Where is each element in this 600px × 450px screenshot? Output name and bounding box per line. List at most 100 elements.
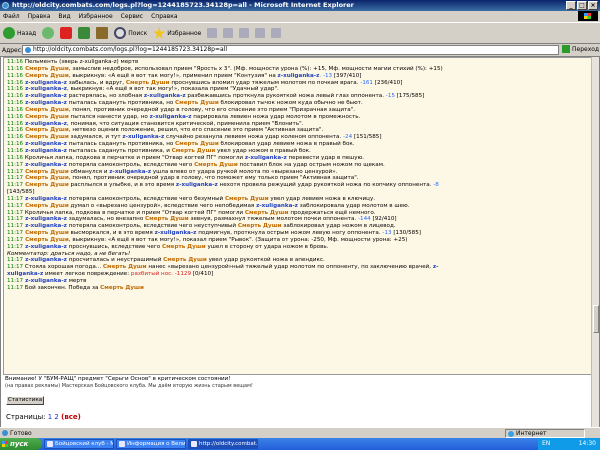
player-name[interactable]: Смерть Души xyxy=(23,134,69,140)
log-text: потеряла самоконтроль, вследствие чего н… xyxy=(66,223,238,230)
player-name[interactable]: z-xuliganka-z xyxy=(155,230,197,236)
search-button[interactable]: Поиск xyxy=(114,27,147,39)
player-name[interactable]: Смерть Души xyxy=(103,264,147,270)
player-name[interactable]: Смерть Души xyxy=(126,80,170,86)
back-button[interactable]: Назад xyxy=(3,27,36,39)
player-name[interactable]: z-xuliganka-z xyxy=(122,134,164,140)
player-name[interactable]: Смерть Души xyxy=(23,230,69,236)
player-name[interactable]: Смерть Души xyxy=(163,257,207,263)
player-name[interactable]: Смерть Души xyxy=(225,196,269,202)
menu-file[interactable]: Файл xyxy=(3,13,20,20)
player-name[interactable]: z-xuliganka-z xyxy=(278,73,320,79)
all-pages-link[interactable]: (все) xyxy=(61,413,81,421)
player-name[interactable]: z-xuliganka-z xyxy=(23,80,67,86)
log-text: Кроличья лапка, подкова в перчатке и при… xyxy=(23,154,245,161)
player-name[interactable]: Смерть Души xyxy=(175,141,219,147)
player-name[interactable]: Смерть Души xyxy=(175,100,219,106)
player-name[interactable]: z-xuliganka-z xyxy=(144,93,186,99)
player-name[interactable]: Смерть Души xyxy=(162,244,206,250)
log-line: 11:16 z-xuliganka-z пыталась садануть пр… xyxy=(7,100,588,107)
task-button-2[interactable]: Информация о Вели... xyxy=(116,439,186,449)
start-button[interactable]: пуск xyxy=(0,438,42,450)
language-indicator[interactable]: EN xyxy=(542,438,550,450)
player-name[interactable]: z-xuliganka-z xyxy=(23,223,67,229)
player-name[interactable]: z-xuliganka-z xyxy=(23,93,67,99)
favorites-button[interactable]: Избранное xyxy=(153,27,201,39)
player-name[interactable]: z-xuliganka-z xyxy=(23,216,67,222)
player-name[interactable]: Смерть Души xyxy=(238,223,282,229)
forward-button[interactable] xyxy=(42,27,55,39)
log-text: перевести удар в пешую. xyxy=(286,154,365,161)
statistics-button[interactable]: Статистика xyxy=(6,396,44,405)
player-name[interactable]: z- xyxy=(433,264,439,270)
go-button[interactable]: Переход xyxy=(562,45,599,53)
menu-edit[interactable]: Правка xyxy=(28,13,51,20)
clock: 14:30 xyxy=(578,440,596,447)
player-name[interactable]: z-xuliganka-z xyxy=(23,278,67,284)
log-text: задумался, и тут xyxy=(68,134,123,141)
task-button-1[interactable]: Бойцовский клуб - М... xyxy=(44,439,114,449)
maximize-button[interactable]: □ xyxy=(577,1,587,10)
menu-favorites[interactable]: Избранное xyxy=(79,13,113,20)
log-text: [151/585] xyxy=(352,134,382,141)
mail-button[interactable] xyxy=(223,28,234,38)
player-name[interactable]: Смерть Души xyxy=(245,210,289,216)
page-2-link[interactable]: 2 xyxy=(54,413,58,421)
player-name[interactable]: z-xuliganka-z xyxy=(23,141,67,147)
player-name[interactable]: Смерть Души xyxy=(23,107,69,113)
refresh-button[interactable] xyxy=(78,27,91,39)
player-name[interactable]: Смерть Души xyxy=(23,114,69,120)
player-name[interactable]: z-xuliganka-z xyxy=(23,162,67,168)
windows-logo-icon xyxy=(578,11,598,21)
menu-help[interactable]: Справка xyxy=(151,13,177,20)
player-name[interactable]: z-xuliganka-z xyxy=(23,148,67,154)
player-name[interactable]: z-xuliganka-z xyxy=(23,100,67,106)
player-name[interactable]: z-xuliganka-z xyxy=(23,244,67,250)
player-name[interactable]: Смерть Души xyxy=(23,127,69,133)
player-name[interactable]: Смерть Души xyxy=(145,216,189,222)
stop-button[interactable] xyxy=(60,27,73,39)
scrollbar-thumb[interactable] xyxy=(593,305,599,333)
player-name[interactable]: Смерть Души xyxy=(172,148,216,154)
log-text: просчиталась и неустрашимый xyxy=(66,257,164,264)
close-button[interactable]: × xyxy=(588,1,598,10)
player-name[interactable]: z-xuliganka-z xyxy=(23,196,67,202)
player-name[interactable]: z-xuliganka-z xyxy=(245,155,287,161)
player-name[interactable]: z-xuliganka-z xyxy=(176,182,218,188)
player-name[interactable]: Смерть Души xyxy=(23,203,69,209)
minimize-button[interactable]: _ xyxy=(566,1,576,10)
messenger-button[interactable] xyxy=(271,28,282,38)
player-name[interactable]: Смерть Души xyxy=(23,66,69,72)
log-line: 11:17 Бой закончен. Победа за Смерть Душ… xyxy=(7,285,588,292)
menu-view[interactable]: Вид xyxy=(58,13,70,20)
player-name[interactable]: Смерть Души xyxy=(23,73,69,79)
task-button-3[interactable]: http://oldcity.combat... xyxy=(188,439,258,449)
player-name[interactable]: z-xuliganka-z xyxy=(256,203,298,209)
player-name[interactable]: z-xuliganka-z xyxy=(109,169,151,175)
player-name[interactable]: Смерть Души xyxy=(23,237,69,243)
history-button[interactable] xyxy=(207,28,218,38)
player-name[interactable]: z-xuliganka-z xyxy=(23,86,67,92)
player-name[interactable]: Смерть Души xyxy=(194,162,238,168)
player-name[interactable]: Смерть Души xyxy=(23,182,69,188)
player-name[interactable]: Смерть Души xyxy=(100,285,144,291)
vertical-scrollbar[interactable] xyxy=(591,57,599,438)
menu-tools[interactable]: Сервис xyxy=(121,13,143,20)
player-name[interactable]: Смерть Души xyxy=(23,175,69,181)
system-tray: EN 14:30 xyxy=(538,438,600,450)
edit-button[interactable] xyxy=(255,28,266,38)
page-1-link[interactable]: 1 xyxy=(48,413,52,421)
player-name[interactable]: Смерть Души xyxy=(23,169,69,175)
player-name[interactable]: z-xuliganka-z xyxy=(150,114,192,120)
address-input[interactable]: http://oldcity.combats.com/logs.pl?log=1… xyxy=(22,45,559,55)
log-line: 11:17 z-xuliganka-z мертв xyxy=(7,278,588,285)
window-controls: _ □ × xyxy=(566,1,598,10)
log-time: 11:16 xyxy=(7,65,24,72)
log-text: мертв xyxy=(66,278,87,284)
player-name[interactable]: xuliganka-z xyxy=(7,271,43,277)
player-name[interactable]: z-xuliganka-z xyxy=(23,121,67,127)
print-button[interactable] xyxy=(239,28,250,38)
home-button[interactable] xyxy=(96,27,109,39)
player-name[interactable]: z-xuliganka-z xyxy=(23,257,67,263)
log-text: поставил блок на удар острым ножом по ще… xyxy=(237,161,385,168)
